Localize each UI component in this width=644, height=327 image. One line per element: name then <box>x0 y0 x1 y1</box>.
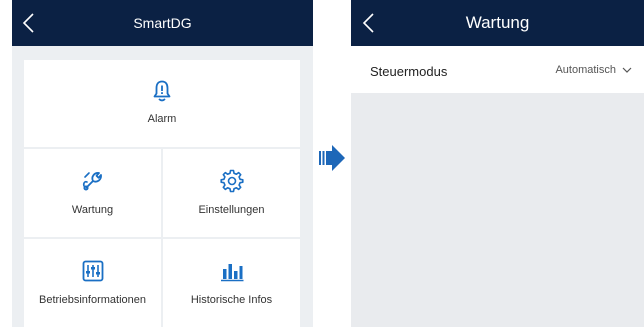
betriebsinformationen-tile[interactable]: Betriebsinformationen <box>24 239 161 327</box>
control-mode-value: Automatisch <box>555 64 616 76</box>
sliders-icon <box>82 259 104 283</box>
wartung-label: Wartung <box>71 204 114 216</box>
bell-alert-icon <box>152 79 172 103</box>
gear-icon <box>219 169 244 193</box>
einstellungen-tile[interactable]: Einstellungen <box>163 149 300 237</box>
control-mode-select[interactable]: Automatisch <box>555 64 632 76</box>
bar-chart-icon <box>220 259 244 283</box>
chevron-down-icon <box>622 67 632 73</box>
betriebsinformationen-label: Betriebsinformationen <box>38 294 146 306</box>
control-mode-row[interactable]: Steuermodus Automatisch <box>351 46 644 93</box>
alarm-label: Alarm <box>147 113 177 125</box>
wartung-tile[interactable]: Wartung <box>24 149 161 237</box>
back-icon[interactable] <box>21 12 39 34</box>
page-title: SmartDG <box>133 15 192 31</box>
einstellungen-label: Einstellungen <box>198 204 265 216</box>
back-icon[interactable] <box>361 12 379 34</box>
page-title: Wartung <box>465 13 530 32</box>
control-mode-label: Steuermodus <box>370 64 448 79</box>
smartdg-header: SmartDG <box>12 0 313 46</box>
historische-infos-tile[interactable]: Historische Infos <box>163 239 300 327</box>
transition-arrow-icon <box>319 143 345 178</box>
alarm-tile[interactable]: Alarm <box>24 60 300 147</box>
wartung-screen: Wartung Steuermodus Automatisch <box>351 0 644 327</box>
historische-infos-label: Historische Infos <box>190 294 273 306</box>
wartung-header: Wartung <box>351 0 644 46</box>
smartdg-screen: SmartDG Alarm Wartung Einstellungen Betr… <box>12 0 313 327</box>
wrench-icon <box>81 169 105 193</box>
